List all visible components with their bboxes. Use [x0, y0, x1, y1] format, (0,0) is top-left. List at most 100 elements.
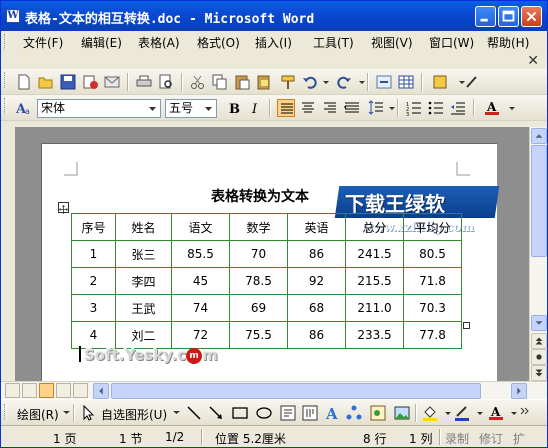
data-table[interactable]: 序号 姓名 语文 数学 英语 总分 平均分 1 张三 85.5 70 86 24…: [71, 213, 462, 349]
table-cell[interactable]: 71.8: [403, 267, 462, 295]
arrow-icon[interactable]: [207, 404, 225, 422]
table-cell[interactable]: 王武: [115, 294, 172, 322]
scroll-down-button[interactable]: [531, 315, 547, 331]
drawing-toggle-icon[interactable]: [463, 73, 481, 91]
status-trk[interactable]: 修订: [479, 430, 503, 447]
table-cell[interactable]: 李四: [115, 267, 172, 295]
scroll-thumb[interactable]: [531, 145, 547, 257]
table-cell[interactable]: 211.0: [345, 294, 404, 322]
print-layout-view-icon[interactable]: [39, 383, 54, 398]
email-icon[interactable]: [103, 73, 121, 91]
line-color-dropdown-icon[interactable]: [471, 404, 483, 422]
permission-icon[interactable]: [81, 73, 99, 91]
table-cell[interactable]: 4: [71, 321, 116, 349]
diagram-icon[interactable]: [345, 404, 363, 422]
table-cell[interactable]: 86: [287, 240, 346, 268]
table-cell[interactable]: 70.3: [403, 294, 462, 322]
formatting-toolbar-grip[interactable]: [4, 98, 7, 114]
italic-icon[interactable]: I: [247, 99, 265, 117]
save-icon[interactable]: [59, 73, 77, 91]
font-color-dropdown-icon[interactable]: [503, 99, 515, 117]
font-size-select[interactable]: 五号: [165, 99, 217, 118]
autoshapes-menu-button[interactable]: 自选图形(U): [101, 406, 167, 423]
redo-dropdown-icon[interactable]: [353, 73, 365, 91]
new-document-icon[interactable]: [15, 73, 33, 91]
horizontal-scrollbar[interactable]: [1, 381, 547, 399]
menu-table[interactable]: 表格(A): [138, 34, 180, 51]
line-icon[interactable]: [185, 404, 203, 422]
align-justify-icon[interactable]: [277, 99, 295, 117]
clip-art-icon[interactable]: [369, 404, 387, 422]
distributed-icon[interactable]: [343, 99, 361, 117]
table-header-cell[interactable]: 姓名: [115, 213, 172, 241]
bold-icon[interactable]: B: [225, 99, 243, 117]
table-move-handle[interactable]: [58, 202, 69, 214]
paste-special-icon[interactable]: [255, 73, 273, 91]
table-cell[interactable]: 75.5: [229, 321, 288, 349]
table-cell[interactable]: 74: [171, 294, 230, 322]
align-center-icon[interactable]: [299, 99, 317, 117]
wordart-icon[interactable]: A: [323, 404, 341, 423]
table-cell[interactable]: 92: [287, 267, 346, 295]
line-color-icon[interactable]: [453, 404, 471, 422]
menu-edit[interactable]: 编辑(E): [81, 34, 122, 51]
fill-color-icon[interactable]: [421, 404, 439, 422]
minimize-button[interactable]: [475, 6, 496, 27]
styles-icon[interactable]: Aa: [15, 99, 33, 117]
table-cell[interactable]: 张三: [115, 240, 172, 268]
table-cell[interactable]: 70: [229, 240, 288, 268]
document-heading[interactable]: 表格转换为文本: [211, 186, 309, 206]
web-layout-view-icon[interactable]: [22, 383, 37, 398]
fill-color-dropdown-icon[interactable]: [439, 404, 451, 422]
table-header-cell[interactable]: 数学: [229, 213, 288, 241]
drawing-font-color-icon[interactable]: A: [487, 404, 505, 422]
close-button[interactable]: [521, 6, 542, 27]
table-cell[interactable]: 77.8: [403, 321, 462, 349]
normal-view-icon[interactable]: [5, 383, 20, 398]
table-cell[interactable]: 241.5: [345, 240, 404, 268]
rectangle-icon[interactable]: [231, 404, 249, 422]
vertical-scrollbar[interactable]: [529, 127, 547, 381]
word-app-icon[interactable]: W: [6, 9, 20, 23]
title-bar[interactable]: W 表格-文本的相互转换.doc - Microsoft Word: [1, 1, 547, 31]
table-header-cell[interactable]: 平均分: [403, 213, 462, 241]
table-cell[interactable]: 72: [171, 321, 230, 349]
show-hide-icon[interactable]: [431, 73, 449, 91]
next-page-button[interactable]: [531, 365, 547, 381]
draw-menu-button[interactable]: 绘图(R): [17, 406, 59, 423]
table-cell[interactable]: 86: [287, 321, 346, 349]
insert-table-icon[interactable]: [397, 73, 415, 91]
table-header-cell[interactable]: 序号: [71, 213, 116, 241]
reading-view-icon[interactable]: [73, 383, 88, 398]
menubar-grip[interactable]: [4, 34, 7, 50]
select-objects-icon[interactable]: [79, 404, 97, 422]
menu-insert[interactable]: 插入(I): [255, 34, 292, 51]
numbering-icon[interactable]: 123: [405, 99, 423, 118]
menu-format[interactable]: 格式(O): [197, 34, 240, 51]
table-cell[interactable]: 80.5: [403, 240, 462, 268]
drawing-toolbar-grip[interactable]: [4, 404, 7, 420]
toolbar-options-icon[interactable]: [453, 73, 465, 91]
status-ext[interactable]: 扩: [513, 430, 525, 447]
copy-icon[interactable]: [211, 73, 229, 91]
undo-dropdown-icon[interactable]: [317, 73, 329, 91]
table-cell[interactable]: 233.5: [345, 321, 404, 349]
table-cell[interactable]: 2: [71, 267, 116, 295]
font-name-select[interactable]: 宋体: [37, 99, 161, 118]
scroll-left-button[interactable]: [93, 383, 109, 399]
format-painter-icon[interactable]: [279, 73, 297, 91]
scroll-up-button[interactable]: [531, 128, 547, 144]
align-right-icon[interactable]: [321, 99, 339, 117]
table-header-cell[interactable]: 英语: [287, 213, 346, 241]
table-resize-handle[interactable]: [463, 322, 470, 329]
horizontal-scroll-thumb[interactable]: [111, 383, 481, 399]
insert-picture-icon[interactable]: [393, 404, 411, 422]
table-header-cell[interactable]: 语文: [171, 213, 230, 241]
table-cell[interactable]: 45: [171, 267, 230, 295]
menu-view[interactable]: 视图(V): [371, 34, 413, 51]
table-cell[interactable]: 1: [71, 240, 116, 268]
table-cell[interactable]: 3: [71, 294, 116, 322]
status-rec[interactable]: 录制: [445, 430, 469, 447]
table-header-cell[interactable]: 总分: [345, 213, 404, 241]
scroll-right-button[interactable]: [511, 383, 527, 399]
